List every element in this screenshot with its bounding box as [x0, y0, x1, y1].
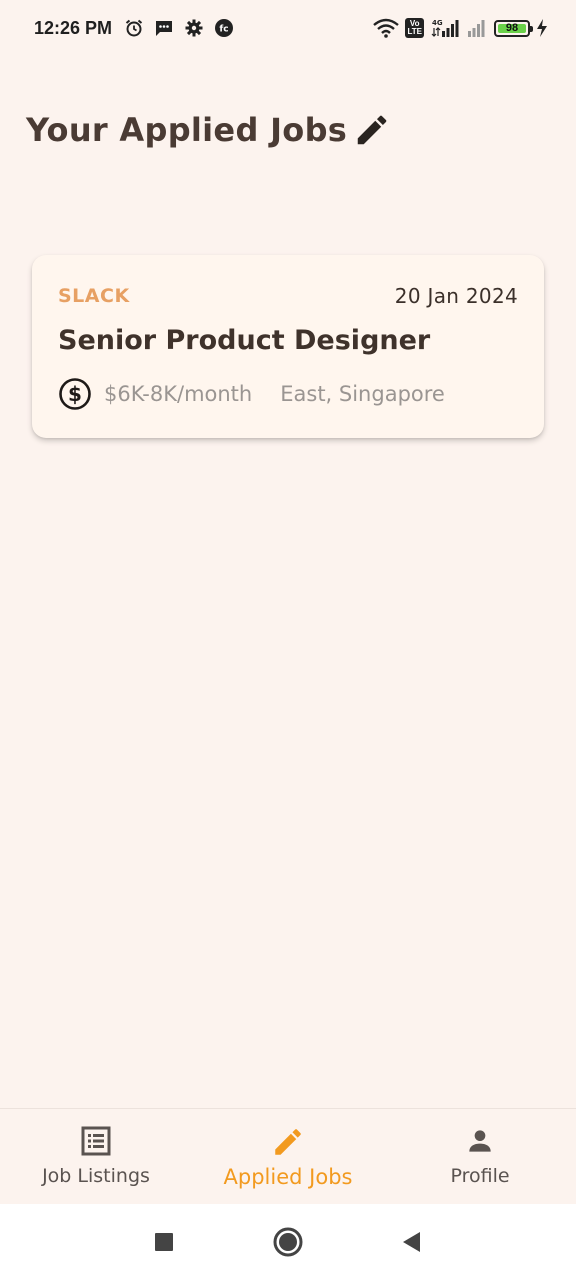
battery-level: 98 — [505, 22, 519, 34]
job-title: Senior Product Designer — [58, 325, 431, 356]
settings-icon — [184, 18, 204, 38]
job-salary: $6K-8K/month — [104, 382, 253, 406]
job-card[interactable]: SLACK 20 Jan 2024 Senior Product Designe… — [32, 255, 544, 438]
page-title: Your Applied Jobs — [26, 111, 348, 149]
signal-icon: 4G — [430, 18, 460, 38]
page-header: Your Applied Jobs — [26, 108, 391, 152]
alarm-icon — [124, 18, 144, 38]
bottom-nav: Job Listings Applied Jobs Profile — [0, 1108, 576, 1204]
volte-icon: Vo LTE — [405, 18, 424, 38]
screen: 12:26 PM fc Vo LTE 4G 98 Your Applied Jo… — [0, 0, 576, 1280]
dollar-circle-icon: $ — [58, 377, 92, 411]
job-meta: $ $6K-8K/month East, Singapore — [58, 375, 445, 413]
home-button[interactable] — [270, 1224, 306, 1260]
message-icon — [154, 18, 174, 38]
list-icon — [80, 1125, 112, 1157]
nav-applied-jobs[interactable]: Applied Jobs — [192, 1109, 384, 1204]
pencil-icon — [271, 1125, 305, 1159]
wifi-icon — [373, 18, 400, 38]
svg-text:$: $ — [68, 382, 82, 406]
svg-text:4G: 4G — [432, 19, 443, 27]
status-time: 12:26 PM — [34, 17, 113, 38]
pencil-icon — [353, 111, 391, 149]
battery-icon: 98 — [494, 19, 533, 37]
nav-label: Job Listings — [42, 1165, 150, 1187]
nav-label: Applied Jobs — [223, 1165, 353, 1189]
status-left: 12:26 PM fc — [34, 18, 234, 39]
system-nav — [0, 1204, 576, 1280]
status-right: Vo LTE 4G 98 — [373, 18, 548, 38]
svg-text:fc: fc — [219, 25, 228, 35]
status-bar: 12:26 PM fc Vo LTE 4G 98 — [0, 0, 576, 56]
signal-icon — [466, 18, 488, 38]
charging-icon — [536, 18, 548, 38]
nav-profile[interactable]: Profile — [384, 1109, 576, 1204]
job-date: 20 Jan 2024 — [394, 284, 518, 308]
nav-job-listings[interactable]: Job Listings — [0, 1109, 192, 1204]
person-icon — [464, 1125, 496, 1157]
job-location: East, Singapore — [280, 382, 445, 406]
back-button[interactable] — [394, 1224, 430, 1260]
fc-app-icon: fc — [214, 18, 234, 38]
nav-label: Profile — [450, 1165, 510, 1187]
recents-button[interactable] — [146, 1224, 182, 1260]
job-company: SLACK — [58, 285, 130, 307]
